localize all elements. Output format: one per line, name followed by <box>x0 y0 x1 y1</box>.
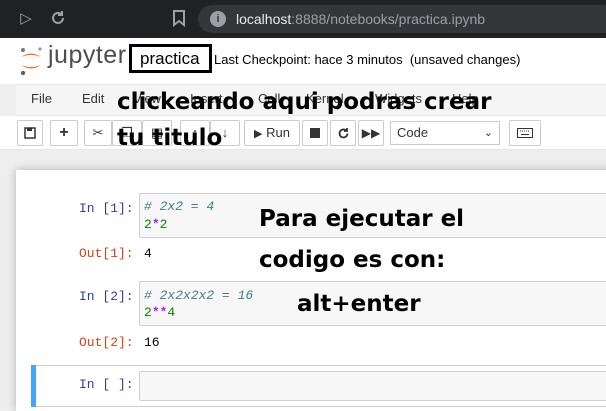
cut-icon[interactable]: ✂ <box>84 120 112 146</box>
forward-icon[interactable]: ▷ <box>16 9 36 29</box>
run-button[interactable]: ▶ Run <box>244 120 300 146</box>
save-icon[interactable] <box>17 120 43 146</box>
annotation-run-line2: codigo es con: <box>259 247 446 273</box>
cell-output: 16 <box>144 335 160 350</box>
fast-forward-icon[interactable]: ▶▶ <box>358 120 384 146</box>
jupyter-logo-icon[interactable] <box>18 46 44 76</box>
annotation-title-line1: clickeando aqui podras crear <box>117 89 492 115</box>
annotation-run-line3: alt+enter <box>297 291 421 317</box>
run-label: Run <box>266 125 290 140</box>
in-prompt: In [ ]: <box>79 377 134 392</box>
in-prompt: In [2]: <box>79 289 134 304</box>
cell-output: 4 <box>144 246 152 261</box>
annotation-title-line2: tu titulo <box>117 125 223 151</box>
info-icon[interactable]: i <box>210 11 226 27</box>
bookmark-icon[interactable] <box>169 9 189 29</box>
jupyter-wordmark[interactable]: jupyter <box>48 41 127 70</box>
in-prompt: In [1]: <box>79 201 134 216</box>
notebook-title[interactable]: practica <box>129 44 212 73</box>
cell-type-select[interactable]: Code ⌄ <box>390 121 500 145</box>
keyboard-icon[interactable] <box>509 120 541 146</box>
reload-icon[interactable] <box>48 9 68 29</box>
chevron-down-icon: ⌄ <box>483 127 493 139</box>
checkpoint-status: Last Checkpoint: hace 3 minutos (unsaved… <box>214 52 521 67</box>
code-input[interactable] <box>139 371 606 401</box>
out-prompt: Out[1]: <box>79 246 134 261</box>
url-text[interactable]: localhost:8888/notebooks/practica.ipynb <box>236 11 485 27</box>
annotation-run-line1: Para ejecutar el <box>259 206 465 232</box>
code-line: 2*2 <box>144 217 168 232</box>
restart-icon[interactable] <box>330 120 356 146</box>
code-comment: # 2x2 = 4 <box>144 199 215 214</box>
menu-edit[interactable]: Edit <box>82 91 104 106</box>
code-comment: # 2x2x2x2 = 16 <box>144 288 254 303</box>
stop-icon[interactable] <box>302 120 328 146</box>
code-line: 2**4 <box>144 305 176 320</box>
add-icon[interactable]: + <box>50 120 78 146</box>
run-icon: ▶ <box>254 128 263 140</box>
menu-file[interactable]: File <box>31 91 52 106</box>
out-prompt: Out[2]: <box>79 335 134 350</box>
